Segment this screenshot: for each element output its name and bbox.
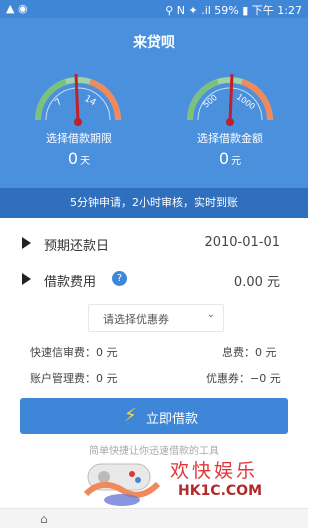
account-management-fee: 账户管理费：0 元 [30, 372, 118, 385]
gauge-needle [74, 73, 80, 123]
credit-review-fee: 快速信审费：0 元 [30, 346, 118, 359]
gauge-tick: 7 [54, 97, 65, 108]
loan-amount-number: 0 [218, 149, 230, 168]
status-left-icons: ▲ ◉ [6, 2, 28, 15]
status-bar: ▲ ◉ ⚲ N ✦ .il 59% ▮ 下午 1:27 [0, 0, 308, 18]
header: 来贷呗 7 14 选择借款期限 0天 500 1000 选择借款金额 0元 [0, 18, 308, 188]
gauge-tick: 500 [202, 93, 219, 110]
lightning-icon: ⚡ [124, 405, 137, 426]
home-icon[interactable]: ⌂ [40, 512, 48, 526]
loan-amount-unit: 元 [231, 156, 242, 167]
gauge-needle [228, 73, 234, 123]
gamepad-logo [83, 463, 161, 506]
loan-term-gauge[interactable]: 7 14 [28, 60, 128, 130]
repayment-date-row: 预期还款日 2010-01-01 [0, 230, 308, 258]
watermark-url: HK1C.COM [178, 483, 263, 499]
loan-fee-value: 0.00 元 [233, 275, 280, 290]
gauge-tick: 14 [83, 94, 98, 109]
coupon-select-placeholder: 请选择优惠券 [103, 313, 169, 326]
loan-term-number: 0 [67, 149, 79, 168]
page-title: 来贷呗 [133, 35, 175, 51]
loan-amount-label: 选择借款金额 [197, 132, 263, 145]
loan-term-unit: 天 [80, 156, 91, 167]
loan-term-value: 0天 [9, 149, 149, 168]
repayment-date-label: 预期还款日 [44, 239, 110, 254]
interest-fee: 息费：0 元 [222, 346, 277, 359]
watermark: 欢快娱乐 HK1C.COM [82, 454, 312, 514]
coupon-select[interactable]: 请选择优惠券 ⌄ [88, 304, 224, 332]
loan-term-label: 选择借款期限 [46, 132, 112, 145]
loan-fee-row: 借款费用 ? 0.00 元 [0, 266, 308, 294]
coupon-discount: 优惠券：−0 元 [206, 372, 281, 385]
loan-amount-gauge[interactable]: 500 1000 [180, 60, 280, 130]
repayment-date-value: 2010-01-01 [204, 235, 280, 250]
watermark-text: 欢快娱乐 [170, 460, 259, 482]
borrow-now-button[interactable]: ⚡ 立即借款 [20, 398, 288, 434]
borrow-now-label: 立即借款 [146, 412, 199, 427]
promo-banner: 5分钟申请，2小时审核，实时到账 [0, 188, 308, 218]
gauge-tick: 1000 [235, 92, 257, 111]
chevron-down-icon: ⌄ [206, 309, 215, 320]
triangle-right-icon [22, 237, 31, 249]
loan-fee-label: 借款费用 [44, 275, 97, 290]
triangle-right-icon [22, 273, 31, 285]
help-icon[interactable]: ? [112, 271, 127, 286]
status-right-text: ⚲ N ✦ .il 59% ▮ 下午 1:27 [165, 4, 302, 17]
loan-amount-value: 0元 [160, 149, 300, 168]
